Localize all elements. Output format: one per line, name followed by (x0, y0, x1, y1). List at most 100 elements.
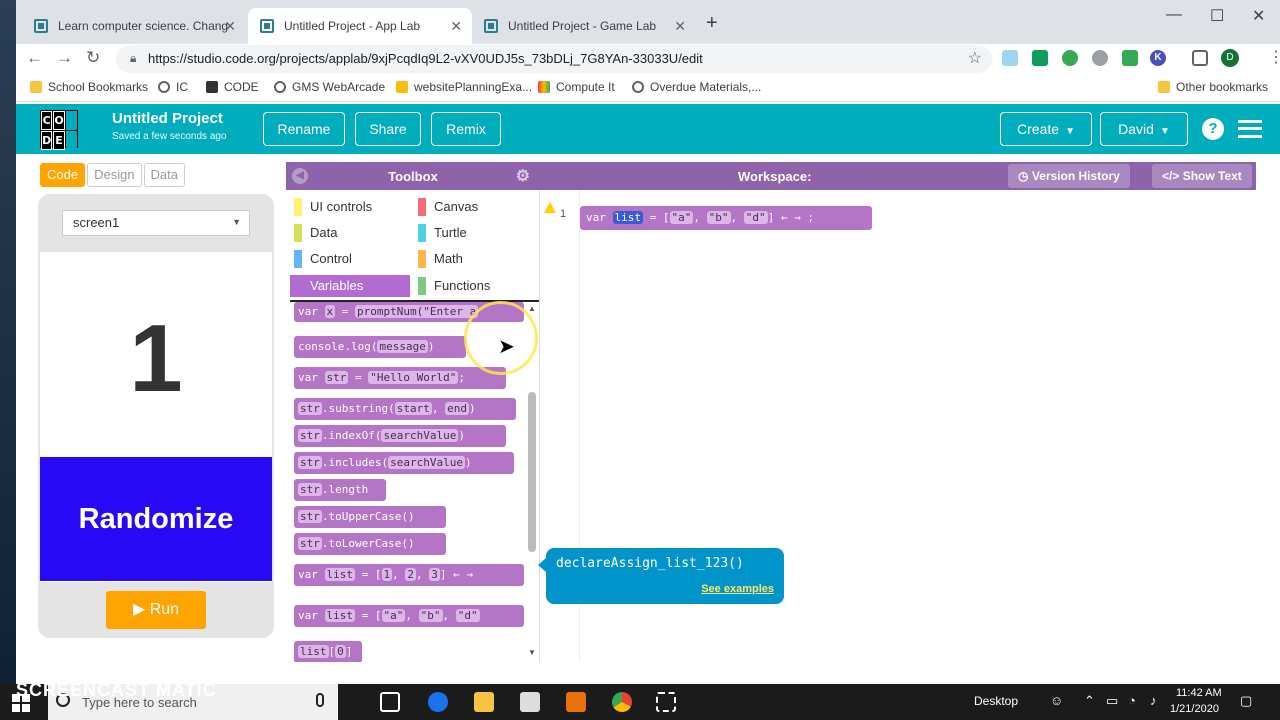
chrome-menu-icon[interactable]: ⋮ (1268, 47, 1280, 67)
category-turtle[interactable]: Turtle (414, 222, 534, 244)
lock-icon[interactable]: 🔒︎ (130, 51, 136, 66)
close-icon[interactable]: ✕ (224, 18, 236, 35)
classroom-cast-icon[interactable] (1032, 50, 1048, 66)
url-text[interactable]: https://studio.code.org/projects/applab/… (148, 51, 703, 66)
forward-arrow-icon[interactable]: → (56, 48, 73, 68)
k-extension-icon[interactable]: K (1150, 50, 1166, 66)
extension-icon[interactable] (1002, 50, 1018, 66)
block-length[interactable]: str .length (294, 479, 386, 501)
category-control[interactable]: Control (290, 248, 410, 270)
file-explorer-icon[interactable] (474, 692, 494, 712)
help-icon[interactable]: ? (1202, 118, 1224, 140)
gear-icon[interactable]: ⚙ (516, 166, 530, 186)
edge-icon[interactable] (428, 692, 448, 712)
bookmark-website[interactable]: websitePlanningExa... (396, 80, 532, 94)
cast-icon[interactable] (1192, 50, 1208, 66)
category-functions[interactable]: Functions (414, 275, 534, 297)
close-icon[interactable]: ✕ (450, 18, 462, 35)
block-substring[interactable]: str .substring(start, end) (294, 398, 516, 420)
block-indexof[interactable]: str .indexOf(searchValue) (294, 425, 506, 447)
block-slot[interactable]: "b" (706, 211, 731, 224)
profile-avatar[interactable]: D (1221, 49, 1239, 67)
show-text-button[interactable]: </> Show Text (1152, 164, 1252, 188)
tab-code[interactable]: Code (40, 163, 86, 187)
block-slot[interactable]: "d" (743, 211, 768, 224)
block-list-index[interactable]: list[0] (294, 641, 362, 662)
window-close-icon[interactable]: ✕ (1252, 6, 1265, 26)
microphone-icon[interactable] (316, 693, 324, 707)
tab-design[interactable]: Design (87, 163, 142, 187)
volume-icon[interactable]: ♪ (1150, 693, 1157, 708)
clock-time[interactable]: 11:42 AM (1176, 687, 1222, 699)
people-icon[interactable]: ☺ (1050, 693, 1063, 708)
randomize-button[interactable]: Randomize (40, 457, 272, 581)
workspace-block-var-list[interactable]: var list = ["a", "b", "d"] ← → ; (580, 206, 872, 230)
desktop-toolbar[interactable]: Desktop (974, 694, 1018, 708)
bookmark-school[interactable]: School Bookmarks (30, 80, 148, 94)
category-variables[interactable]: Variables (290, 275, 410, 297)
reload-icon[interactable]: ↻ (86, 48, 100, 68)
category-math[interactable]: Math (414, 248, 534, 270)
chrome-icon[interactable] (612, 692, 632, 712)
tab-label: Untitled Project - Game Lab (508, 19, 657, 33)
tab-game-lab[interactable]: Untitled Project - Game Lab ✕ (472, 8, 696, 44)
maximize-icon[interactable]: ☐ (1210, 6, 1224, 26)
bookmark-overdue[interactable]: Overdue Materials,... (632, 80, 761, 94)
mail-icon[interactable] (520, 692, 540, 712)
bookmark-ic[interactable]: IC (158, 80, 188, 94)
minimize-icon[interactable]: — (1166, 6, 1182, 24)
notifications-icon[interactable]: ▢ (1240, 693, 1252, 709)
category-ui-controls[interactable]: UI controls (290, 196, 410, 218)
scroll-down-icon[interactable]: ▼ (528, 648, 536, 657)
battery-icon[interactable]: ▭ (1106, 693, 1118, 709)
tab-data[interactable]: Data (143, 163, 186, 187)
category-canvas[interactable]: Canvas (414, 196, 534, 218)
block-var-list-numbers[interactable]: var list = [1, 2, 3] ← → (294, 564, 524, 586)
tab-app-lab[interactable]: Untitled Project - App Lab ✕ (248, 8, 472, 44)
store-icon[interactable] (566, 692, 586, 712)
block-slot-selected[interactable]: list (612, 211, 643, 224)
see-examples-link[interactable]: See examples (701, 583, 774, 595)
warning-icon[interactable] (544, 202, 556, 213)
task-view-icon[interactable] (380, 692, 400, 712)
block-var-list-strings[interactable]: var list = ["a", "b", "d" (294, 605, 524, 627)
bookmark-star-icon[interactable]: ☆ (968, 48, 982, 68)
create-dropdown[interactable]: Create ▼ (1000, 112, 1092, 146)
classroom-icon[interactable] (1122, 50, 1138, 66)
user-dropdown[interactable]: David ▼ (1100, 112, 1188, 146)
screencast-icon[interactable] (656, 692, 676, 712)
block-console-log[interactable]: console.log(message) (294, 336, 466, 358)
block-includes[interactable]: str .includes(searchValue) (294, 452, 514, 474)
settings-extension-icon[interactable] (1092, 50, 1108, 66)
tray-chevron-icon[interactable]: ⌃ (1084, 693, 1095, 709)
clock-date[interactable]: 1/21/2020 (1170, 703, 1219, 715)
network-icon[interactable]: ◔ (1128, 693, 1136, 708)
toolbox-scrollbar[interactable] (528, 392, 536, 552)
bookmark-label: School Bookmarks (48, 80, 149, 94)
block-touppercase[interactable]: str .toUpperCase() (294, 506, 446, 528)
tab-learn-cs[interactable]: Learn computer science. Change ✕ (22, 8, 246, 44)
rename-button[interactable]: Rename (263, 112, 345, 146)
bookmark-gms[interactable]: GMS WebArcade (274, 80, 385, 94)
screen-select[interactable]: screen1 ▼ (62, 210, 250, 236)
category-data[interactable]: Data (290, 222, 410, 244)
block-slot[interactable]: "a" (669, 211, 694, 224)
plus-extension-icon[interactable] (1062, 50, 1078, 66)
remix-button[interactable]: Remix (431, 112, 501, 146)
scroll-up-icon[interactable]: ▲ (528, 304, 536, 313)
bookmark-compute[interactable]: Compute It (538, 80, 615, 94)
share-button[interactable]: Share (355, 112, 421, 146)
block-var-str[interactable]: var str = "Hello World"; (294, 367, 506, 389)
version-history-button[interactable]: ◷ Version History (1008, 164, 1130, 188)
back-arrow-icon[interactable]: ← (26, 48, 43, 68)
new-tab-plus-icon[interactable]: + (706, 12, 718, 35)
block-tolowercase[interactable]: str .toLowerCase() (294, 533, 446, 555)
close-icon[interactable]: ✕ (674, 18, 686, 35)
url-bar[interactable]: 🔒︎ https://studio.code.org/projects/appl… (116, 45, 992, 73)
other-bookmarks[interactable]: Other bookmarks (1158, 80, 1268, 94)
run-button[interactable]: ▶ Run (106, 591, 206, 629)
hamburger-menu-icon[interactable] (1238, 120, 1262, 138)
applab-header: C O D E Untitled Project Saved a few sec… (16, 104, 1280, 154)
bookmark-code[interactable]: CODE (206, 80, 259, 94)
code-org-logo[interactable]: C O D E (40, 110, 78, 150)
